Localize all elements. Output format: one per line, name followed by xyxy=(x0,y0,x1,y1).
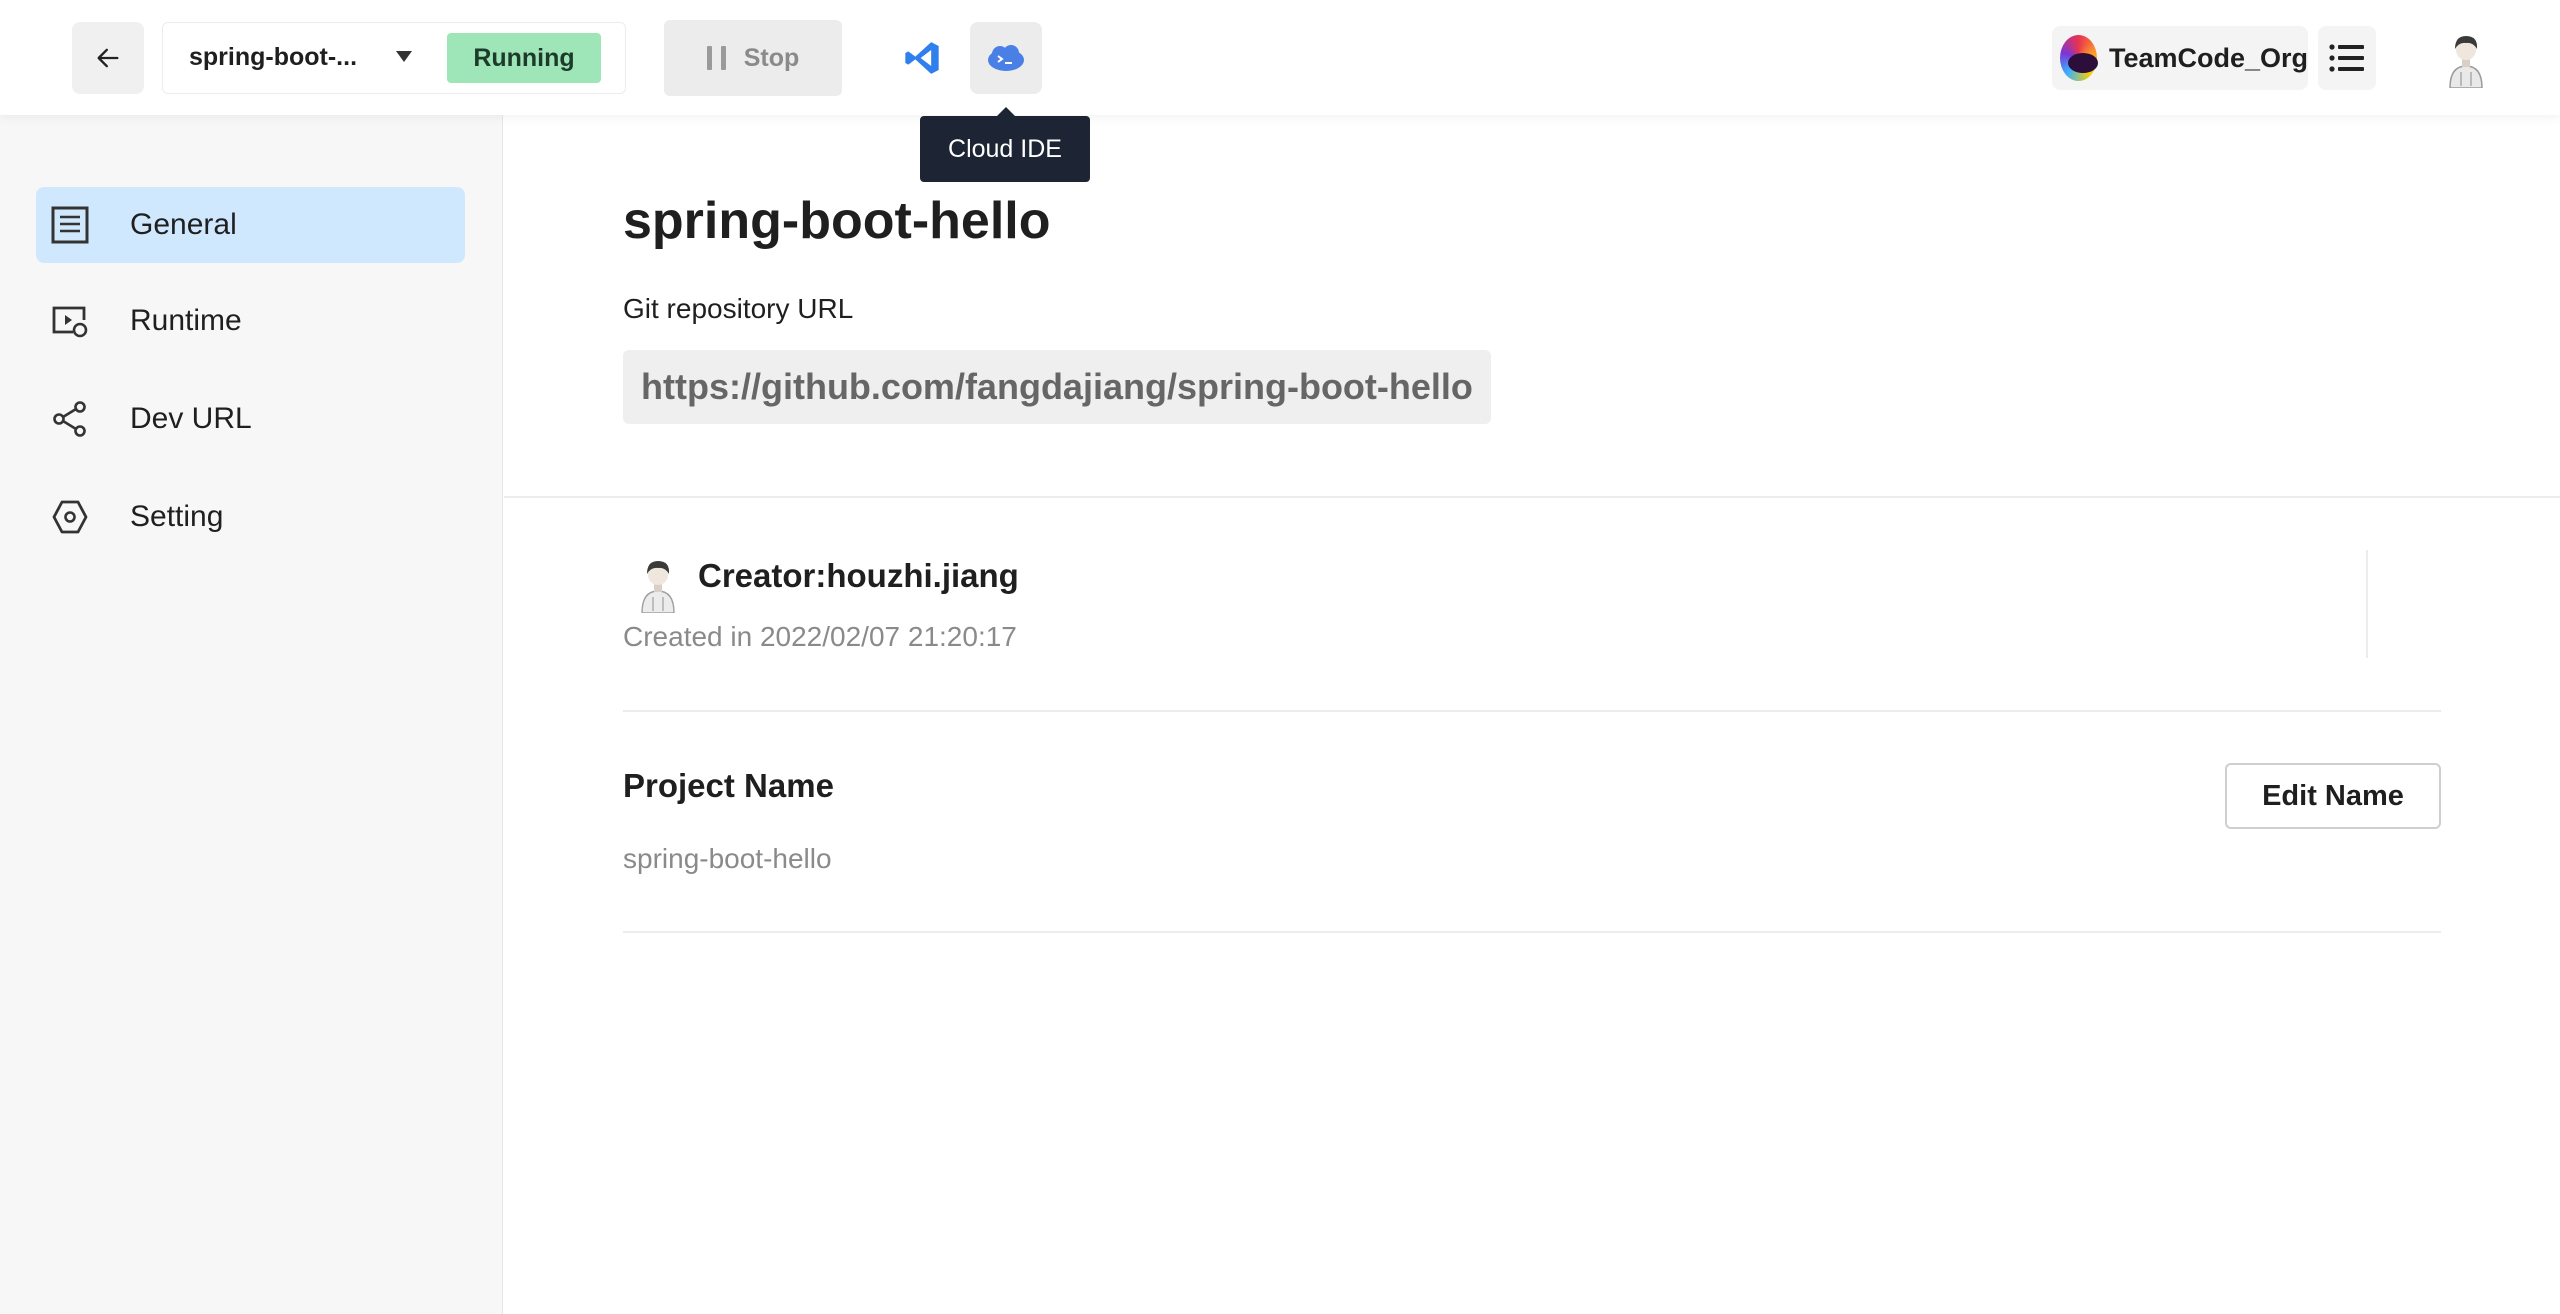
hexagon-icon xyxy=(50,497,90,537)
runtime-icon xyxy=(50,301,90,341)
sidebar: General Runtime Dev URL Setting xyxy=(0,115,503,1314)
org-name: TeamCode_Org xyxy=(2108,42,2308,73)
top-bar: spring-boot-... Running Stop TeamCode_Or… xyxy=(0,0,2560,115)
main-content: spring-boot-hello Git repository URL htt… xyxy=(504,115,2560,1314)
avatar-icon xyxy=(641,561,675,614)
org-switcher[interactable]: TeamCode_Org xyxy=(2052,26,2308,90)
repo-url-value: https://github.com/fangdajiang/spring-bo… xyxy=(623,350,1491,424)
sidebar-item-general[interactable]: General xyxy=(36,187,465,263)
vscode-icon xyxy=(905,42,939,74)
pause-icon xyxy=(706,46,726,70)
sidebar-item-label: Dev URL xyxy=(130,402,252,435)
section-divider xyxy=(623,931,2441,933)
avatar-icon xyxy=(2449,36,2483,89)
edit-name-button[interactable]: Edit Name xyxy=(2225,763,2441,829)
stop-button-label: Stop xyxy=(743,43,800,72)
project-select[interactable]: spring-boot-... Running xyxy=(162,22,626,94)
created-timestamp: Created in 2022/02/07 21:20:17 xyxy=(623,621,1017,652)
stop-button[interactable]: Stop xyxy=(664,20,842,96)
cloud-ide-tooltip: Cloud IDE xyxy=(920,107,1090,182)
org-logo xyxy=(2060,35,2098,81)
status-badge: Running xyxy=(447,33,601,83)
project-name-value: spring-boot-hello xyxy=(623,843,832,874)
user-avatar[interactable] xyxy=(2436,28,2496,89)
sidebar-item-label: Runtime xyxy=(130,304,242,337)
creator-name: Creator:houzhi.jiang xyxy=(698,557,1019,594)
arrow-left-icon xyxy=(97,48,119,68)
vscode-button[interactable] xyxy=(894,30,950,86)
cloud-terminal-icon xyxy=(988,45,1024,71)
sidebar-item-dev-url[interactable]: Dev URL xyxy=(36,381,465,457)
sidebar-item-label: Setting xyxy=(130,500,224,533)
vertical-separator xyxy=(2366,550,2368,658)
sidebar-item-setting[interactable]: Setting xyxy=(36,479,465,555)
document-icon xyxy=(50,205,90,245)
list-icon xyxy=(2329,44,2364,72)
project-name-label: Project Name xyxy=(623,767,834,804)
share-icon xyxy=(50,399,90,439)
page-title: spring-boot-hello xyxy=(623,192,1051,250)
repo-url-label: Git repository URL xyxy=(623,293,854,324)
back-button[interactable] xyxy=(72,22,144,94)
cloud-ide-button[interactable] xyxy=(970,22,1042,94)
menu-button[interactable] xyxy=(2318,26,2376,90)
project-select-name: spring-boot-... xyxy=(189,43,358,71)
sidebar-item-label: General xyxy=(130,208,237,241)
chevron-down-icon xyxy=(396,51,412,62)
section-divider xyxy=(504,496,2560,498)
section-divider xyxy=(623,710,2441,712)
sidebar-item-runtime[interactable]: Runtime xyxy=(36,283,465,359)
creator-avatar xyxy=(630,553,686,614)
